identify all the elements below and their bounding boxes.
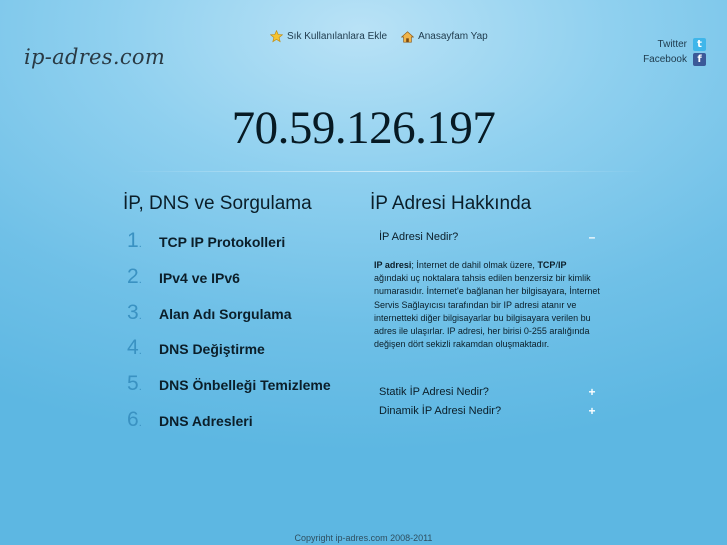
list-item[interactable]: 3. Alan Adı Sorgulama [127,301,331,337]
item-number: 1. [127,229,142,252]
accordion-header[interactable]: Statik İP Adresi Nedir? + [373,383,598,401]
list-item[interactable]: 6. DNS Adresleri [127,408,331,444]
accordion-header[interactable]: Dinamik İP Adresi Nedir? + [373,402,598,420]
answer-term: TCP [537,260,556,270]
facebook-icon: f [693,53,706,66]
footer-copyright: Copyright ip-adres.com 2008-2011 [294,533,433,543]
item-number: 4. [127,336,142,360]
about-title: İP Adresi Hakkında [370,193,532,214]
collapse-icon[interactable]: – [586,230,598,244]
social-links: Twitter t Facebook f [643,37,706,67]
item-number: 6. [127,407,142,431]
item-label: DNS Değiştirme [159,341,265,358]
homepage-label: Anasayfam Yap [418,31,488,42]
bookmark-label: Sık Kullanılanlara Ekle [287,31,388,42]
accordion-question: Dinamik İP Adresi Nedir? [379,405,502,417]
item-number: 5. [127,372,142,396]
list-item[interactable]: 5. DNS Önbelleği Temizleme [127,372,331,408]
home-icon [401,30,415,43]
accordion-header[interactable]: İP Adresi Nedir? – [373,228,598,246]
item-number: 3. [127,300,142,324]
facebook-label: Facebook [643,54,687,65]
item-label: Alan Adı Sorgulama [159,305,292,322]
top-links: Sık Kullanılanlara Ekle Anasayfam Yap [270,30,488,43]
services-title: İP, DNS ve Sorgulama [123,193,312,214]
twitter-icon: t [693,38,706,51]
accordion-question: Statik İP Adresi Nedir? [379,386,489,398]
list-item[interactable]: 4. DNS Değiştirme [127,336,331,372]
twitter-link[interactable]: Twitter t [643,37,706,52]
item-label: TCP IP Protokolleri [159,234,286,250]
item-number: 2. [127,264,142,288]
answer-text: ağındaki uç noktalara tahsis edilen benz… [374,273,600,350]
accordion-item-static[interactable]: Statik İP Adresi Nedir? + [373,383,598,401]
divider [125,171,645,172]
accordion-item-ip[interactable]: İP Adresi Nedir? – [373,228,598,246]
item-label: DNS Adresleri [159,412,253,429]
answer-term: IP adresi [374,260,412,270]
item-label: IPv4 ve IPv6 [159,269,240,286]
homepage-link[interactable]: Anasayfam Yap [401,30,488,43]
accordion-answer: IP adresi; İnternet de dahil olmak üzere… [374,259,602,351]
answer-term: IP [557,260,567,270]
site-logo[interactable]: ip-adres.com [24,45,165,69]
star-icon [270,30,283,43]
twitter-label: Twitter [657,39,687,50]
facebook-link[interactable]: Facebook f [643,52,706,67]
list-item[interactable]: 2. IPv4 ve IPv6 [127,265,331,301]
ip-address-display: 70.59.126.197 [231,102,496,154]
answer-text: ; İnternet de dahil olmak üzere, [411,260,538,270]
expand-icon[interactable]: + [586,404,598,418]
item-label: DNS Önbelleği Temizleme [159,377,331,394]
accordion-item-dynamic[interactable]: Dinamik İP Adresi Nedir? + [373,402,598,420]
list-item[interactable]: 1. TCP IP Protokolleri [127,229,331,265]
bookmark-link[interactable]: Sık Kullanılanlara Ekle [270,30,387,43]
accordion-question: İP Adresi Nedir? [379,231,459,243]
expand-icon[interactable]: + [586,385,598,399]
services-list: 1. TCP IP Protokolleri 2. IPv4 ve IPv6 3… [127,229,331,444]
